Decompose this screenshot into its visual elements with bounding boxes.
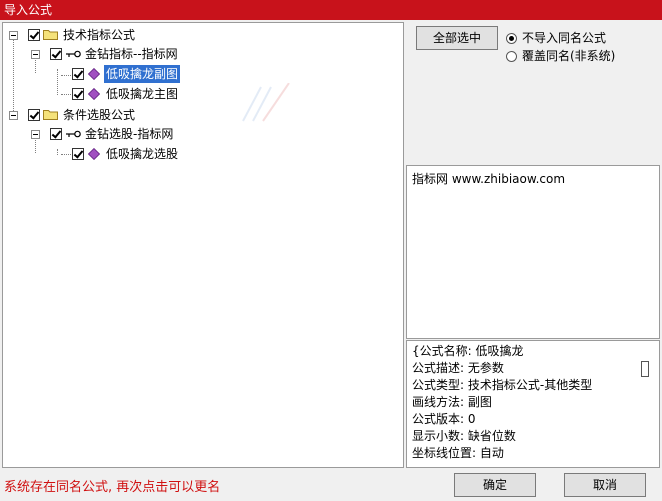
node-label: 金钻选股-指标网 xyxy=(85,127,174,141)
overwrite-same-name-radio[interactable] xyxy=(506,51,517,62)
info-line: 公式版本: 0 xyxy=(412,412,476,426)
folder-icon xyxy=(43,110,58,120)
tree-node-jinzuan-indicators[interactable]: 金钻指标--指标网 xyxy=(3,45,223,63)
node-checkbox[interactable] xyxy=(50,128,62,140)
tree-node-screening-formulas[interactable]: 条件选股公式 xyxy=(3,106,203,124)
collapse-toggle[interactable] xyxy=(9,111,18,120)
info-line: 公式描述: 无参数 xyxy=(412,361,504,375)
node-checkbox[interactable] xyxy=(72,88,84,100)
formula-tree[interactable]: 技术指标公式 金钻指标--指标网 低吸擒龙副图 低吸擒龙主图 条件选股公式 金钻… xyxy=(2,22,404,468)
node-checkbox[interactable] xyxy=(72,148,84,160)
formula-gem-icon xyxy=(88,88,100,100)
collapse-toggle[interactable] xyxy=(31,130,40,139)
source-text: 指标网 www.zhibiaow.com xyxy=(412,172,566,186)
folder-icon xyxy=(43,30,58,40)
formula-info-panel: {公式名称: 低吸擒龙 公式描述: 无参数 公式类型: 技术指标公式-其他类型 … xyxy=(406,340,660,468)
info-line: 显示小数: 缺省位数 xyxy=(412,429,516,443)
tree-node-dixi-mainchart[interactable]: 低吸擒龙主图 xyxy=(3,85,243,103)
node-label: 低吸擒龙主图 xyxy=(106,87,179,101)
node-checkbox[interactable] xyxy=(50,48,62,60)
skip-same-name-radio[interactable] xyxy=(506,33,517,44)
node-label: 金钻指标--指标网 xyxy=(85,47,178,61)
formula-gem-icon xyxy=(88,68,100,80)
formula-gem-icon xyxy=(88,148,100,160)
select-all-button[interactable]: 全部选中 xyxy=(416,26,498,50)
tree-node-indicator-formulas[interactable]: 技术指标公式 xyxy=(3,26,203,44)
ok-button[interactable]: 确定 xyxy=(454,473,536,497)
cancel-button[interactable]: 取消 xyxy=(564,473,646,497)
key-icon xyxy=(66,130,81,138)
source-info-panel: 指标网 www.zhibiaow.com xyxy=(406,165,660,339)
collapse-toggle[interactable] xyxy=(9,31,18,40)
node-checkbox[interactable] xyxy=(28,109,40,121)
scrollbar-thumb[interactable] xyxy=(641,361,649,377)
info-line: 公式类型: 技术指标公式-其他类型 xyxy=(412,378,593,392)
node-label: 低吸擒龙选股 xyxy=(106,147,179,161)
node-label: 条件选股公式 xyxy=(63,108,136,122)
tree-node-jinzuan-screening[interactable]: 金钻选股-指标网 xyxy=(3,125,223,143)
node-label: 技术指标公式 xyxy=(63,28,136,42)
node-checkbox[interactable] xyxy=(72,68,84,80)
info-line: 坐标线位置: 自动 xyxy=(412,446,504,460)
tree-node-dixi-screening[interactable]: 低吸擒龙选股 xyxy=(3,145,243,163)
overwrite-same-name-label: 覆盖同名(非系统) xyxy=(522,49,616,63)
watermark-logo-icon xyxy=(242,83,290,122)
tree-node-dixi-subchart[interactable]: 低吸擒龙副图 xyxy=(3,64,243,84)
collapse-toggle[interactable] xyxy=(31,50,40,59)
status-message: 系统存在同名公式, 再次点击可以更名 xyxy=(4,480,221,495)
skip-same-name-label: 不导入同名公式 xyxy=(522,31,607,45)
info-line: {公式名称: 低吸擒龙 xyxy=(412,344,524,358)
window-title: 导入公式 xyxy=(0,0,662,20)
node-checkbox[interactable] xyxy=(28,29,40,41)
key-icon xyxy=(66,50,81,58)
info-line: 画线方法: 副图 xyxy=(412,395,492,409)
node-label: 低吸擒龙副图 xyxy=(102,64,182,84)
